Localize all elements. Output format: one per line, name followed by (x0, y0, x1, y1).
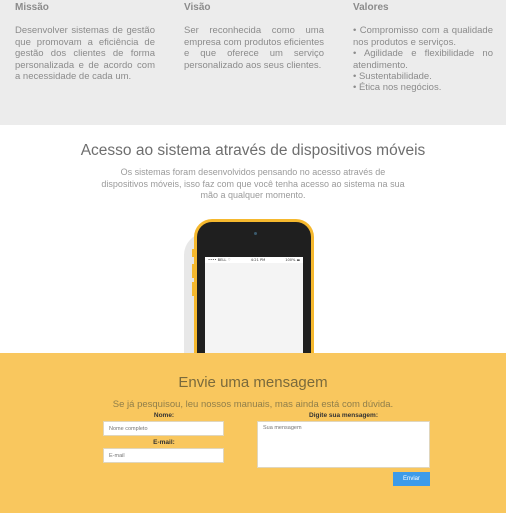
phone-screen: •••• BELL ⌔ 4:21 PM 100% ▬ (205, 257, 303, 353)
phone-volume-down (192, 282, 195, 296)
mission-title: Missão (15, 2, 49, 13)
values-list: • Compromisso com a qualidade nos produt… (353, 25, 493, 93)
mobile-description: Os sistemas foram desenvolvidos pensando… (101, 167, 405, 200)
contact-section: Envie uma mensagem Se já pesquisou, leu … (0, 353, 506, 513)
vision-title: Visão (184, 2, 211, 13)
values-column: Valores • Compromisso com a qualidade no… (353, 2, 493, 94)
phone-time: 4:21 PM (250, 258, 266, 262)
phone-mute-switch (192, 249, 195, 257)
contact-subtitle: Se já pesquisou, leu nossos manuais, mas… (112, 399, 394, 410)
phone-battery: 100% ▬ (285, 258, 300, 262)
contact-title: Envie uma mensagem (178, 374, 328, 391)
mobile-title: Acesso ao sistema através de dispositivo… (80, 142, 426, 159)
about-section: Missão Desenvolver sistemas de gestão qu… (0, 0, 506, 125)
phone-image: •••• BELL ⌔ 4:21 PM 100% ▬ (192, 219, 314, 353)
send-button[interactable]: Enviar (393, 472, 430, 486)
message-textarea[interactable] (257, 421, 430, 468)
vision-text: Ser reconhecida como uma empresa com pro… (184, 25, 324, 71)
name-input[interactable] (103, 421, 224, 436)
message-label: Digite sua mensagem: (309, 412, 378, 419)
vision-column: Visão Ser reconhecida como uma empresa c… (184, 2, 324, 71)
phone-carrier: •••• BELL ⌔ (208, 257, 231, 262)
values-item: • Ética nos negócios. (353, 82, 442, 94)
values-item: • Sustentabilidade. (353, 71, 432, 83)
mission-text: Desenvolver sistemas de gestão que promo… (15, 25, 155, 83)
phone-status-bar: •••• BELL ⌔ 4:21 PM 100% ▬ (205, 257, 303, 263)
email-input[interactable] (103, 448, 224, 463)
phone-camera-icon (254, 232, 257, 235)
values-item: • Compromisso com a qualidade nos produt… (353, 25, 493, 48)
email-label: E-mail: (153, 439, 175, 446)
values-item: • Agilidade e flexibilidade no atendimen… (353, 48, 493, 71)
phone-volume-up (192, 264, 195, 278)
name-label: Nome: (153, 412, 175, 419)
mission-column: Missão Desenvolver sistemas de gestão qu… (15, 2, 155, 82)
phone-front: •••• BELL ⌔ 4:21 PM 100% ▬ (197, 222, 311, 353)
values-title: Valores (353, 2, 389, 13)
mobile-access-section: Acesso ao sistema através de dispositivo… (0, 125, 506, 353)
